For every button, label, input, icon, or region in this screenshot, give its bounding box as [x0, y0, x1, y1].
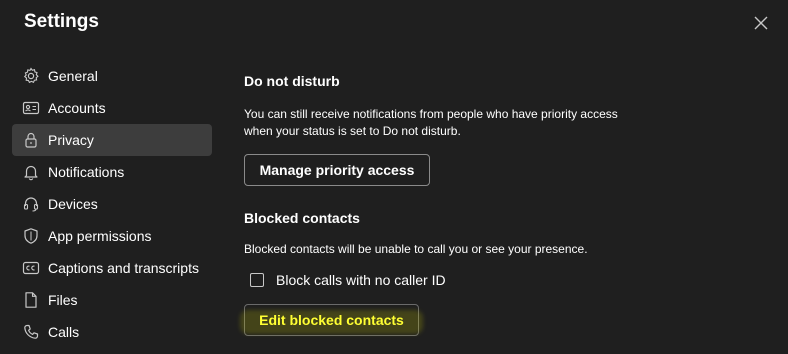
id-card-icon: [22, 99, 40, 117]
blocked-description: Blocked contacts will be unable to call …: [244, 242, 588, 256]
phone-icon: [22, 323, 40, 341]
manage-priority-access-button[interactable]: Manage priority access: [244, 154, 430, 186]
sidebar-item-label: Calls: [48, 324, 80, 340]
sidebar-item-general[interactable]: General: [12, 60, 212, 92]
sidebar-item-notifications[interactable]: Notifications: [12, 156, 212, 188]
page-title: Settings: [24, 11, 99, 32]
sidebar-item-app-permissions[interactable]: App permissions: [12, 220, 212, 252]
close-icon: [754, 16, 768, 30]
settings-sidebar: General Accounts Privacy Notifications D…: [12, 60, 212, 348]
lock-icon: [22, 131, 40, 149]
blocked-section-title: Blocked contacts: [244, 210, 360, 226]
file-icon: [22, 291, 40, 309]
shield-icon: [22, 227, 40, 245]
sidebar-item-privacy[interactable]: Privacy: [12, 124, 212, 156]
sidebar-item-accounts[interactable]: Accounts: [12, 92, 212, 124]
dnd-section-title: Do not disturb: [244, 73, 340, 89]
edit-blocked-contacts-wrapper: Edit blocked contacts: [240, 304, 423, 336]
checkbox-box[interactable]: [250, 273, 264, 287]
sidebar-item-calls[interactable]: Calls: [12, 316, 212, 348]
sidebar-item-captions-transcripts[interactable]: Captions and transcripts: [12, 252, 212, 284]
sidebar-item-label: Files: [48, 292, 78, 308]
sidebar-item-devices[interactable]: Devices: [12, 188, 212, 220]
dnd-description: You can still receive notifications from…: [244, 107, 618, 138]
block-no-caller-id-checkbox[interactable]: Block calls with no caller ID: [244, 272, 446, 288]
sidebar-item-label: Privacy: [48, 132, 94, 148]
close-button[interactable]: [750, 12, 772, 34]
sidebar-item-label: Devices: [48, 196, 98, 212]
gear-icon: [22, 67, 40, 85]
captions-icon: [22, 259, 40, 277]
checkbox-label: Block calls with no caller ID: [276, 272, 446, 288]
sidebar-item-label: Captions and transcripts: [48, 260, 199, 276]
sidebar-item-label: Notifications: [48, 164, 125, 180]
headset-icon: [22, 195, 40, 213]
bell-icon: [22, 163, 40, 181]
sidebar-item-label: Accounts: [48, 100, 106, 116]
sidebar-item-files[interactable]: Files: [12, 284, 212, 316]
sidebar-item-label: App permissions: [48, 228, 152, 244]
sidebar-item-label: General: [48, 68, 98, 84]
edit-blocked-contacts-label[interactable]: Edit blocked contacts: [244, 304, 419, 336]
